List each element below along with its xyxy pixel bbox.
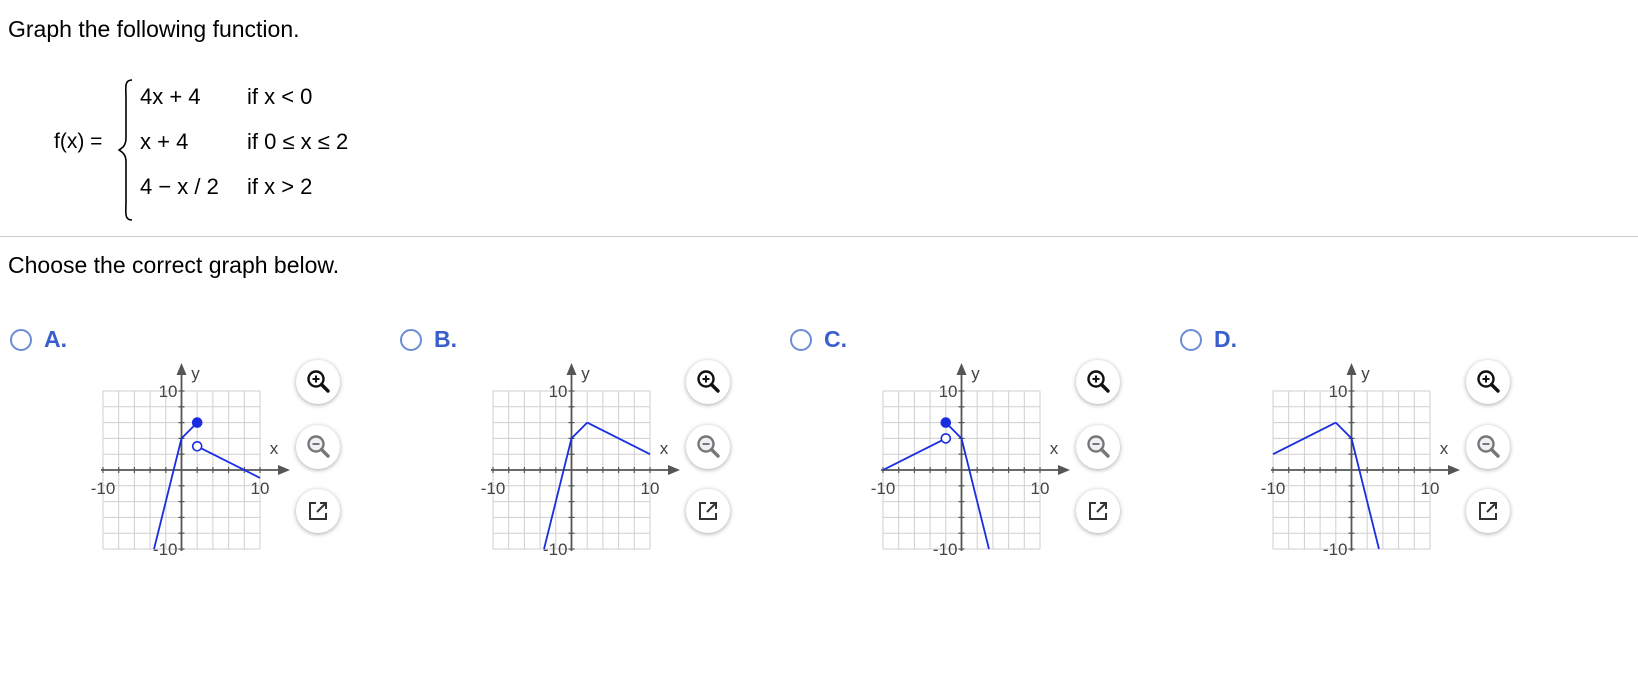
y-axis-arrow-icon <box>176 363 187 375</box>
x-axis-label: x <box>270 439 279 458</box>
option-b-letter[interactable]: B. <box>434 326 457 353</box>
x-tick-label-min: -10 <box>871 479 896 498</box>
x-tick-label-max: 10 <box>251 479 270 498</box>
x-axis-arrow-icon <box>668 465 680 475</box>
zoom-in-icon <box>1477 370 1500 393</box>
x-axis-label: x <box>660 439 669 458</box>
graph-segment-2 <box>1335 421 1353 440</box>
option-d-letter[interactable]: D. <box>1214 326 1237 353</box>
case-1-condition: if x < 0 <box>247 84 313 109</box>
option-d[interactable]: D. -10 10 10 -10 x y <box>1180 326 1560 586</box>
x-axis-arrow-icon <box>1448 465 1460 475</box>
y-tick-label-max: 10 <box>1329 382 1348 401</box>
y-tick-label-max: 10 <box>939 382 958 401</box>
y-axis-arrow-icon <box>956 363 967 375</box>
zoom-in-icon <box>1087 370 1110 393</box>
closed-endpoint <box>940 417 952 428</box>
option-a[interactable]: A. -10 10 10 -10 x y <box>10 326 390 586</box>
y-tick-label-max: 10 <box>159 382 178 401</box>
y-axis-arrow-icon <box>566 363 577 375</box>
popout-button[interactable] <box>296 489 340 533</box>
graph-segment-3 <box>1350 438 1380 550</box>
section-divider <box>0 236 1638 237</box>
option-b[interactable]: B. -10 10 10 -10 x y <box>400 326 780 586</box>
zoom-out-button[interactable] <box>686 425 730 469</box>
option-a-graph: -10 10 10 -10 x y <box>91 363 290 559</box>
x-tick-label-max: 10 <box>1031 479 1050 498</box>
popout-button[interactable] <box>1466 489 1510 533</box>
y-tick-label-min: -10 <box>153 540 178 559</box>
graph-segment-1 <box>543 438 573 550</box>
y-axis-label: y <box>971 364 980 383</box>
y-axis-label: y <box>1361 364 1370 383</box>
y-tick-label-min: -10 <box>1323 540 1348 559</box>
x-tick-label-max: 10 <box>641 479 660 498</box>
zoom-in-icon <box>697 370 720 393</box>
zoom-in-button[interactable] <box>686 360 730 404</box>
popout-button[interactable] <box>686 489 730 533</box>
case-1-expression: 4x + 4 <box>140 84 201 109</box>
x-tick-label-min: -10 <box>481 479 506 498</box>
y-tick-label-max: 10 <box>549 382 568 401</box>
y-tick-label-min: -10 <box>933 540 958 559</box>
function-label: f(x) = <box>54 130 103 153</box>
instruction-text: Choose the correct graph below. <box>8 252 340 278</box>
option-d-radio[interactable] <box>1180 329 1202 351</box>
x-axis-label: x <box>1440 439 1449 458</box>
zoom-out-icon <box>307 435 330 458</box>
option-b-radio[interactable] <box>400 329 422 351</box>
option-b-graph: -10 10 10 -10 x y <box>481 363 680 559</box>
zoom-in-button[interactable] <box>1466 360 1510 404</box>
x-axis-arrow-icon <box>278 465 290 475</box>
popout-icon <box>1089 502 1107 520</box>
open-endpoint <box>191 441 203 452</box>
piecewise-function: f(x) = 4x + 4 if x < 0 x + 4 if 0 ≤ x ≤ … <box>54 78 454 228</box>
case-3-expression: 4 − x / 2 <box>140 174 219 199</box>
zoom-out-icon <box>1477 435 1500 458</box>
zoom-out-icon <box>1087 435 1110 458</box>
popout-icon <box>699 502 717 520</box>
closed-endpoint <box>191 417 203 428</box>
y-axis-label: y <box>581 364 590 383</box>
x-axis-label: x <box>1050 439 1059 458</box>
option-c-radio[interactable] <box>790 329 812 351</box>
y-tick-label-min: -10 <box>543 540 568 559</box>
zoom-in-icon <box>307 370 330 393</box>
popout-button[interactable] <box>1076 489 1120 533</box>
x-tick-label-max: 10 <box>1421 479 1440 498</box>
option-c-graph: -10 10 10 -10 x y <box>871 363 1070 559</box>
x-tick-label-min: -10 <box>1261 479 1286 498</box>
graph-segment-2 <box>570 421 588 440</box>
open-endpoint <box>940 433 952 444</box>
graph-segment-1 <box>153 438 183 550</box>
x-tick-label-min: -10 <box>91 479 116 498</box>
case-2-condition: if 0 ≤ x ≤ 2 <box>247 129 349 154</box>
graph-segment-3 <box>960 438 990 550</box>
zoom-out-button[interactable] <box>296 425 340 469</box>
zoom-out-button[interactable] <box>1466 425 1510 469</box>
option-c-letter[interactable]: C. <box>824 326 847 353</box>
zoom-in-button[interactable] <box>296 360 340 404</box>
y-axis-arrow-icon <box>1346 363 1357 375</box>
option-c[interactable]: C. -10 10 10 -10 x y <box>790 326 1170 586</box>
popout-icon <box>309 502 327 520</box>
left-brace-icon <box>118 79 133 221</box>
zoom-out-button[interactable] <box>1076 425 1120 469</box>
option-d-graph: -10 10 10 -10 x y <box>1261 363 1460 559</box>
x-axis-arrow-icon <box>1058 465 1070 475</box>
y-axis-label: y <box>191 364 200 383</box>
option-a-radio[interactable] <box>10 329 32 351</box>
case-2-expression: x + 4 <box>140 129 189 154</box>
zoom-in-button[interactable] <box>1076 360 1120 404</box>
zoom-out-icon <box>697 435 720 458</box>
popout-icon <box>1479 502 1497 520</box>
case-3-condition: if x > 2 <box>247 174 313 199</box>
question-prompt: Graph the following function. <box>8 16 300 42</box>
option-a-letter[interactable]: A. <box>44 326 67 353</box>
